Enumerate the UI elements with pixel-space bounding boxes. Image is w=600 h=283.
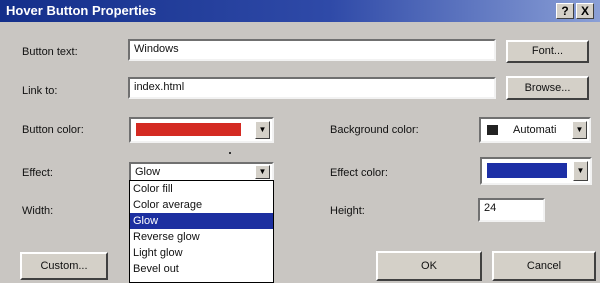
chevron-down-icon[interactable]: ▼ — [573, 161, 588, 181]
chevron-down-icon[interactable]: ▼ — [255, 165, 270, 179]
effect-color-swatch — [487, 163, 567, 178]
window-title: Hover Button Properties — [6, 3, 157, 18]
chevron-down-icon[interactable]: ▼ — [572, 121, 587, 139]
button-color-label: Button color: — [22, 124, 84, 136]
close-button[interactable]: X — [576, 3, 594, 19]
effect-option-light-glow[interactable]: Light glow — [130, 245, 273, 261]
effect-option-reverse-glow[interactable]: Reverse glow — [130, 229, 273, 245]
background-color-value: Automati — [513, 124, 557, 136]
separator-dot — [229, 152, 231, 154]
button-color-swatch — [136, 123, 241, 136]
background-color-label: Background color: — [330, 124, 419, 136]
effect-dropdown-list[interactable]: Color fill Color average Glow Reverse gl… — [129, 180, 274, 283]
effect-label: Effect: — [22, 167, 53, 179]
button-text-label: Button text: — [22, 46, 78, 58]
title-bar: Hover Button Properties ? X — [0, 0, 600, 22]
effect-option-bevel-out[interactable]: Bevel out — [130, 261, 273, 277]
effect-color-label: Effect color: — [330, 167, 388, 179]
height-input[interactable]: 24 — [478, 198, 545, 222]
background-color-swatch — [487, 125, 498, 135]
effect-option-color-average[interactable]: Color average — [130, 197, 273, 213]
ok-button[interactable]: OK — [376, 251, 482, 281]
font-button[interactable]: Font... — [506, 40, 589, 63]
browse-button[interactable]: Browse... — [506, 76, 589, 100]
cancel-button[interactable]: Cancel — [492, 251, 596, 281]
custom-button[interactable]: Custom... — [20, 252, 108, 280]
link-to-input[interactable]: index.html — [128, 77, 496, 99]
height-label: Height: — [330, 205, 365, 217]
effect-select-value: Glow — [135, 166, 161, 178]
width-label: Width: — [22, 205, 54, 217]
chevron-down-icon[interactable]: ▼ — [255, 121, 270, 139]
button-color-select[interactable]: ▼ — [129, 117, 274, 143]
effect-option-glow[interactable]: Glow — [130, 213, 273, 229]
background-color-select[interactable]: Automati ▼ — [479, 117, 591, 143]
button-text-input[interactable]: Windows — [128, 39, 496, 61]
effect-option-color-fill[interactable]: Color fill — [130, 181, 273, 197]
help-button[interactable]: ? — [556, 3, 574, 19]
effect-color-select[interactable]: ▼ — [480, 157, 592, 185]
effect-select[interactable]: Glow ▼ — [129, 162, 274, 182]
link-to-label: Link to: — [22, 85, 58, 97]
